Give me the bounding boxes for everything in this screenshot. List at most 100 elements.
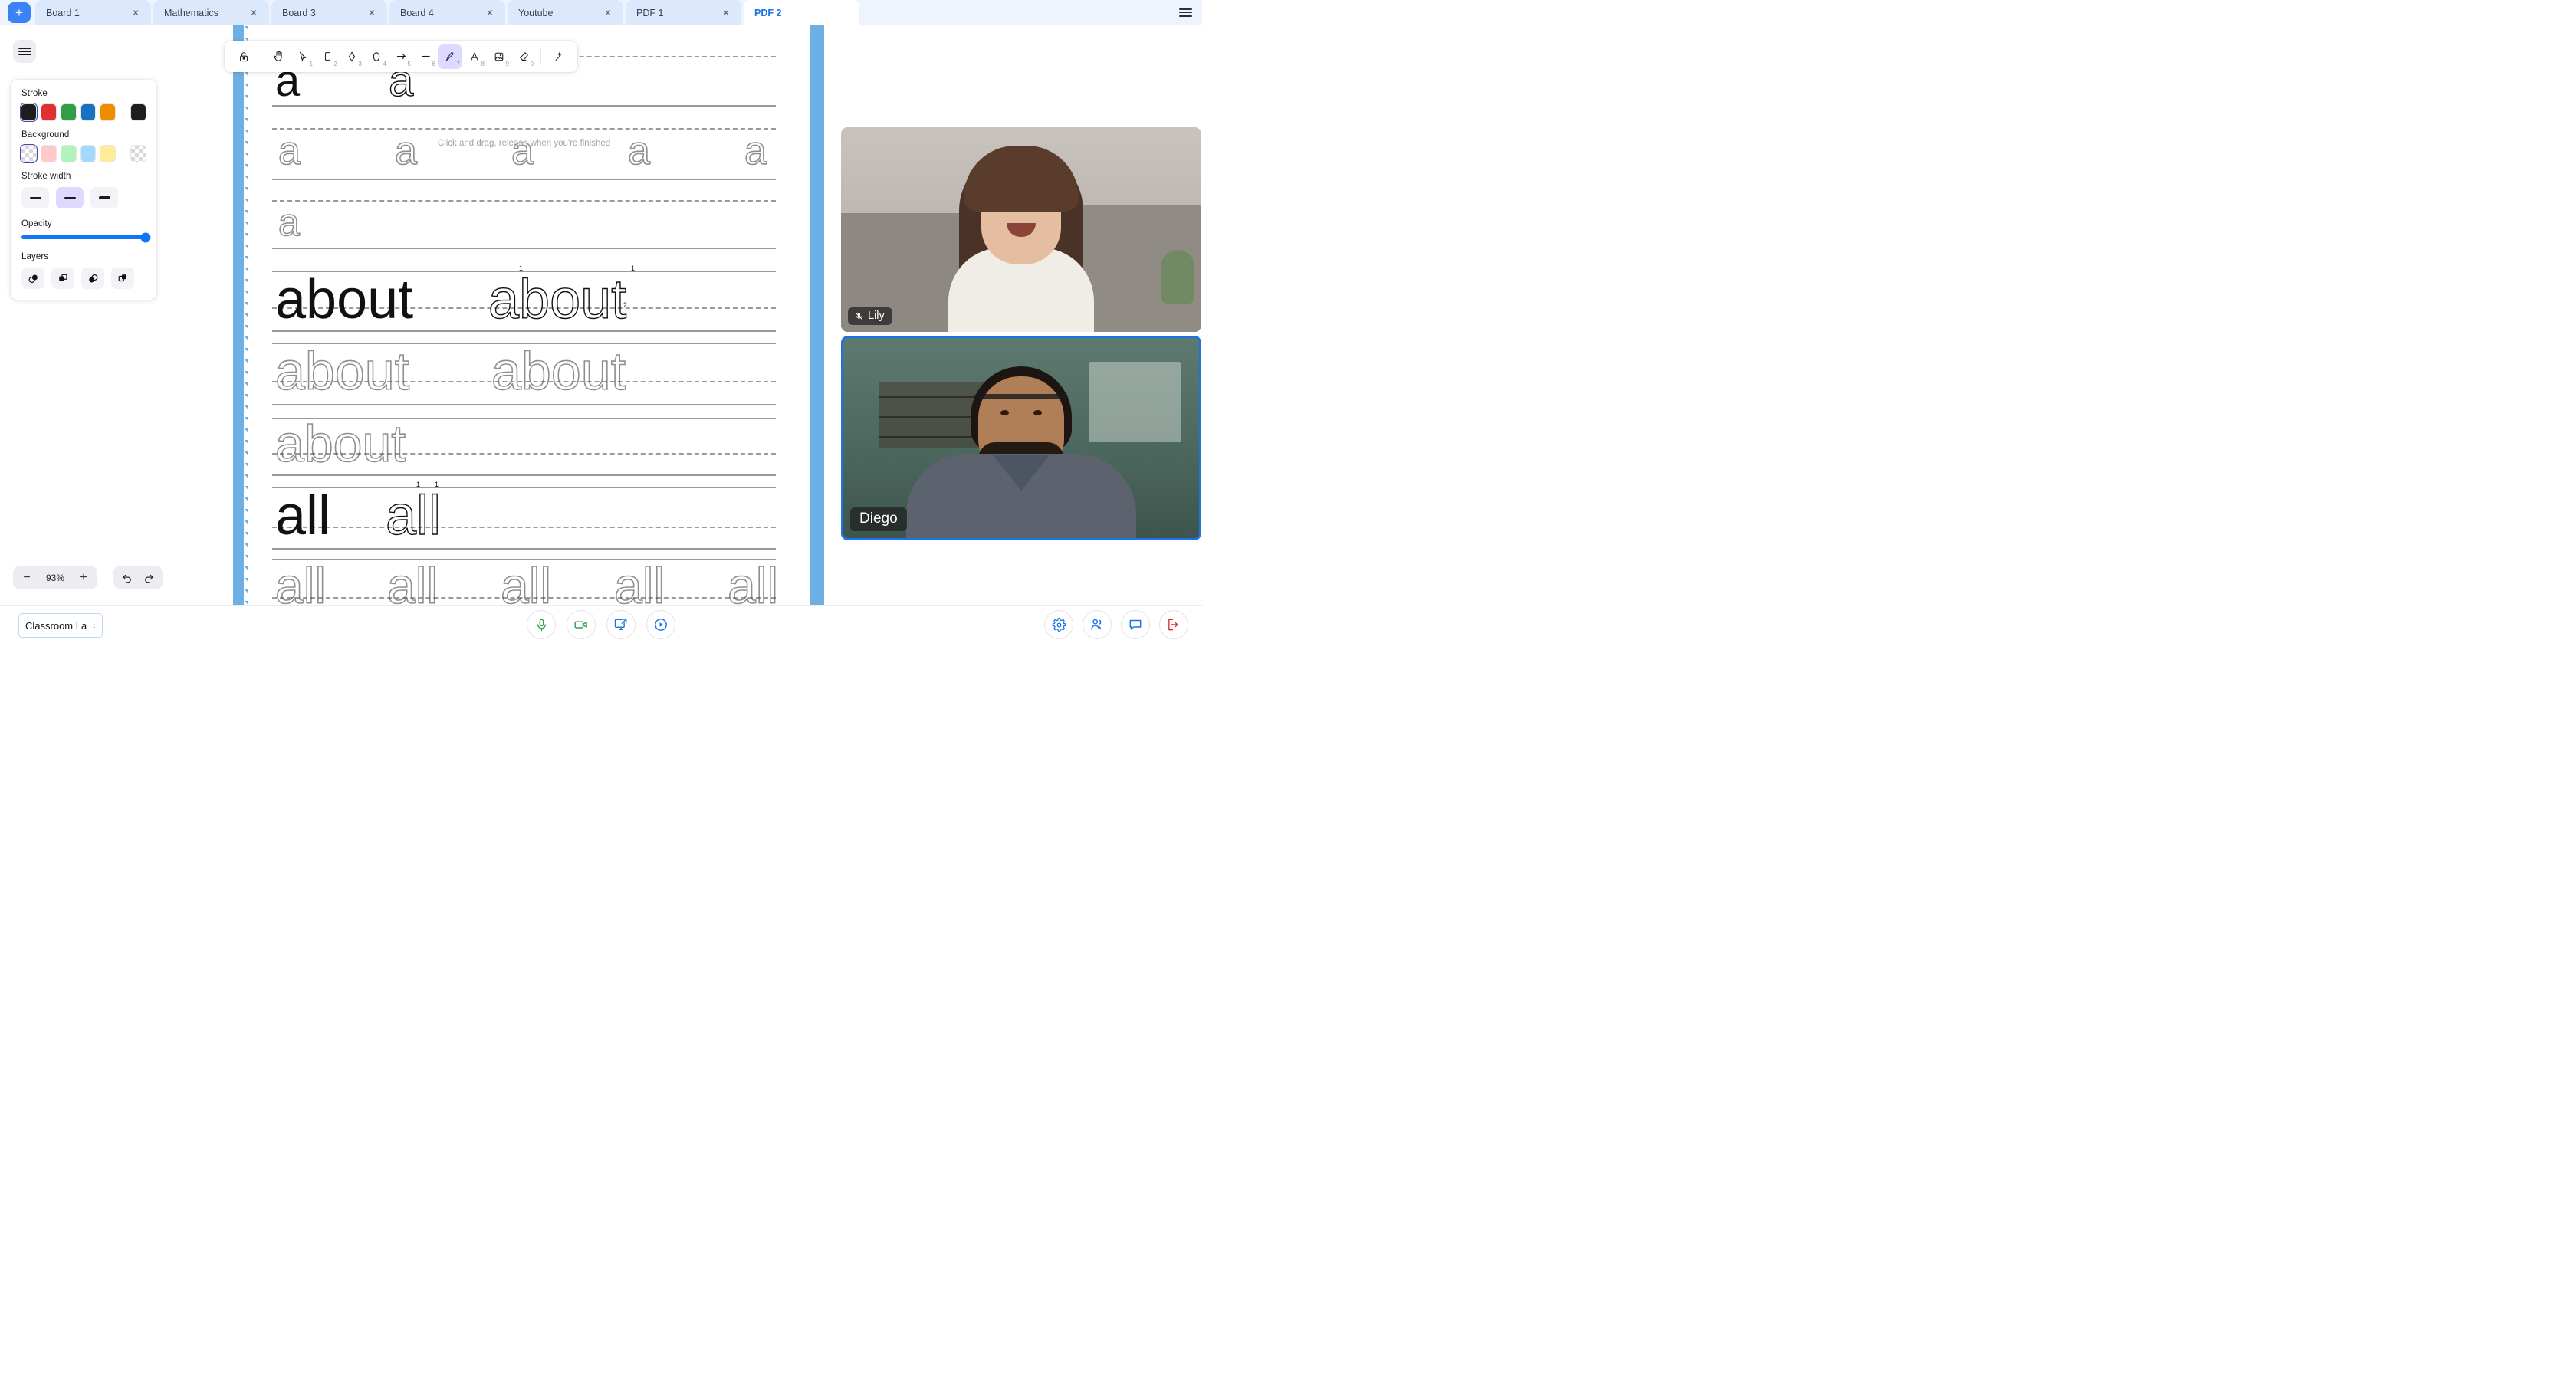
bring-forward-icon[interactable] <box>81 268 104 289</box>
guideline-mid <box>272 200 776 202</box>
text-icon[interactable]: 8 <box>462 44 487 69</box>
worksheet-word-practice: all <box>274 557 327 605</box>
worksheet-letter-practice: a <box>278 201 300 244</box>
tab-youtube[interactable]: Youtube ✕ <box>508 0 623 25</box>
worksheet-page: TRACE AND WRITE THE WORDS aaaaaaaaabouta… <box>224 25 824 605</box>
settings-gear-button[interactable] <box>1044 610 1073 639</box>
tool-key-7: 7 <box>456 60 460 67</box>
canvas-hint-text: Click and drag, release when you're fini… <box>437 139 611 148</box>
tab-board-1[interactable]: Board 1 ✕ <box>35 0 151 25</box>
stroke-width-thin[interactable] <box>21 187 49 208</box>
background-color-swatch-2[interactable] <box>61 146 76 162</box>
camera-toggle-button[interactable] <box>567 610 596 639</box>
tab-board-3[interactable]: Board 3 ✕ <box>271 0 387 25</box>
tab-close-icon[interactable]: ✕ <box>721 8 731 18</box>
tab-pdf-2[interactable]: PDF 2 <box>744 0 859 25</box>
play-media-button[interactable] <box>646 610 675 639</box>
opacity-slider[interactable] <box>21 232 151 242</box>
layers-row <box>21 268 146 289</box>
zoom-in-button[interactable]: + <box>73 567 94 588</box>
zoom-level-value[interactable]: 93% <box>38 573 73 583</box>
opacity-slider-handle[interactable] <box>140 232 151 242</box>
new-tab-button[interactable]: + <box>8 2 31 23</box>
video-tile-lily[interactable]: Lily <box>841 127 1201 332</box>
video-pane: Lily Diego <box>832 51 1202 605</box>
main-menu-button[interactable] <box>1168 0 1202 25</box>
worksheet-word-practice: all <box>500 557 552 605</box>
eraser-icon[interactable]: 0 <box>511 44 536 69</box>
stroke-color-current-color[interactable] <box>131 104 146 120</box>
send-backward-icon[interactable] <box>51 268 74 289</box>
worksheet-letter-practice: a <box>394 129 418 173</box>
selection-icon[interactable]: 1 <box>291 44 315 69</box>
tool-key-6: 6 <box>432 60 435 67</box>
tab-board-4[interactable]: Board 4 ✕ <box>389 0 505 25</box>
diamond-icon[interactable]: 3 <box>340 44 364 69</box>
ellipse-icon[interactable]: 4 <box>364 44 389 69</box>
layers-label: Layers <box>21 252 49 261</box>
send-to-back-icon[interactable] <box>21 268 44 289</box>
bring-to-front-icon[interactable] <box>111 268 134 289</box>
magic-wand-icon[interactable] <box>546 44 570 69</box>
stroke-color-swatch-2[interactable] <box>61 104 76 120</box>
call-controls <box>527 610 675 639</box>
redo-icon[interactable] <box>138 567 159 588</box>
microphone-toggle-button[interactable] <box>527 610 556 639</box>
tab-label: Board 4 <box>400 7 434 18</box>
whiteboard-canvas[interactable]: TRACE AND WRITE THE WORDS aaaaaaaaabouta… <box>224 25 824 605</box>
participants-button[interactable] <box>1083 610 1112 639</box>
worksheet-letter-practice: a <box>627 129 651 173</box>
share-screen-button[interactable] <box>606 610 636 639</box>
stroke-width-extra-bold[interactable] <box>90 187 118 208</box>
guideline-base <box>272 548 776 550</box>
background-color-swatch-4[interactable] <box>100 146 116 162</box>
background-color-swatch-0[interactable] <box>19 143 38 164</box>
tab-close-icon[interactable]: ✕ <box>248 8 259 18</box>
tool-key-2: 2 <box>334 60 337 67</box>
hand-icon[interactable] <box>266 44 291 69</box>
tool-key-0: 0 <box>530 60 534 67</box>
tool-key-4: 4 <box>383 60 386 67</box>
chat-button[interactable] <box>1121 610 1150 639</box>
muted-microphone-icon <box>856 312 863 320</box>
tab-bar: + Board 1 ✕ Mathematics ✕ Board 3 ✕ Board 4 ✕ Yo… <box>0 0 1202 25</box>
background-color-swatch-1[interactable] <box>41 146 56 162</box>
stroke-color-swatch-3[interactable] <box>80 104 96 120</box>
tab-close-icon[interactable]: ✕ <box>603 8 613 18</box>
tab-close-icon[interactable]: ✕ <box>366 8 377 18</box>
worksheet-word-practice: about <box>274 341 410 401</box>
classroom-selector[interactable]: Classroom La ↕ <box>18 613 103 638</box>
tab-close-icon[interactable]: ✕ <box>485 8 495 18</box>
stroke-color-swatch-0[interactable] <box>19 102 38 123</box>
work-area: Stroke Background Stroke width Opacity L… <box>0 25 1202 605</box>
canvas-menu-button[interactable] <box>13 40 36 63</box>
tab-mathematics[interactable]: Mathematics ✕ <box>153 0 269 25</box>
guideline-base <box>272 404 776 405</box>
stroke-width-bold[interactable] <box>56 187 84 208</box>
tab-pdf-1[interactable]: PDF 1 ✕ <box>626 0 741 25</box>
lock-icon[interactable] <box>232 44 256 69</box>
page-zigzag-left <box>244 25 256 605</box>
rectangle-icon[interactable]: 2 <box>315 44 340 69</box>
participant-name-badge-lily: Lily <box>848 307 892 325</box>
guideline-base <box>272 179 776 180</box>
undo-icon[interactable] <box>117 567 138 588</box>
stroke-order-number: 1 <box>631 264 636 272</box>
draw-pencil-icon[interactable]: 7 <box>438 44 462 69</box>
hamburger-icon <box>1178 6 1192 20</box>
tab-close-icon[interactable]: ✕ <box>130 8 141 18</box>
stroke-order-number: 2 <box>623 301 628 309</box>
arrow-icon[interactable]: 5 <box>389 44 413 69</box>
tool-key-8: 8 <box>481 60 485 67</box>
image-icon[interactable]: 9 <box>487 44 511 69</box>
stroke-order-number: 1 <box>435 481 439 488</box>
stroke-color-swatch-1[interactable] <box>41 104 56 120</box>
line-icon[interactable]: 6 <box>413 44 438 69</box>
background-color-swatch-3[interactable] <box>80 146 96 162</box>
stroke-color-swatch-4[interactable] <box>100 104 116 120</box>
leave-call-button[interactable] <box>1159 610 1188 639</box>
background-label: Background <box>21 130 70 140</box>
video-tile-diego[interactable]: Diego <box>841 336 1201 540</box>
background-color-current-color[interactable] <box>131 146 146 162</box>
zoom-out-button[interactable]: − <box>16 567 38 588</box>
